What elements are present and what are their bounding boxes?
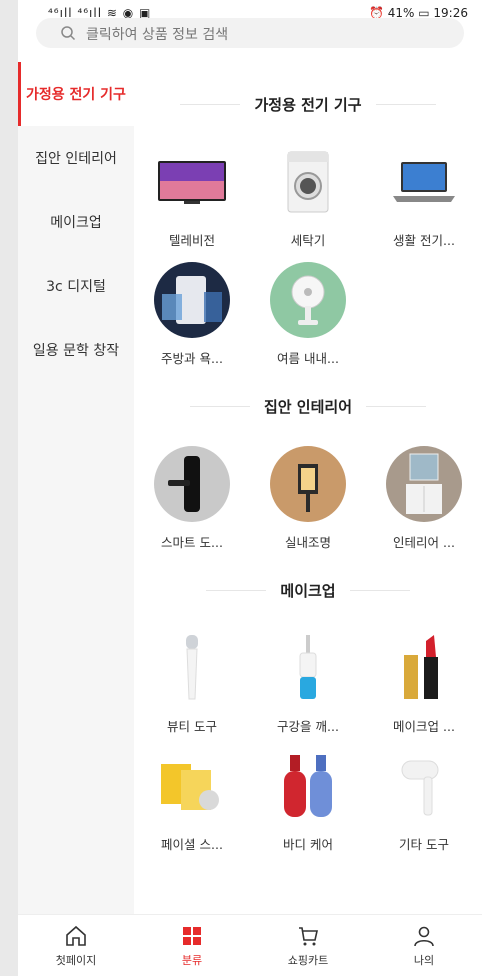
sidebar-item-label: 집안 인테리어 — [35, 151, 117, 167]
sidebar-item-digital[interactable]: 3c 디지털 — [18, 254, 134, 318]
category-tile-kitchen-bath[interactable]: 주방과 욕... — [134, 254, 250, 372]
smart-lock-icon — [154, 446, 230, 522]
tv-icon — [154, 144, 230, 220]
home-icon — [66, 925, 86, 946]
product-grid: 텔레비전 세탁기 생활 전기... 주방과 욕... 여름 내내... — [134, 136, 482, 372]
search-icon — [61, 26, 76, 41]
category-tile-facial-skincare[interactable]: 페이셜 스... — [134, 740, 250, 858]
search-placeholder: 클릭하여 상품 정보 검색 — [86, 27, 229, 43]
beauty-brush-icon — [154, 630, 230, 706]
category-tile-makeup[interactable]: 메이크업 ... — [366, 622, 482, 740]
tab-category[interactable]: 분류 — [134, 915, 250, 976]
search-bar[interactable]: 클릭하여 상품 정보 검색 — [36, 18, 464, 48]
category-tile-beauty-tools[interactable]: 뷰티 도구 — [134, 622, 250, 740]
sidebar-item-home-appliances[interactable]: 가정용 전기 기구 — [18, 62, 134, 126]
category-tile-washing-machine[interactable]: 세탁기 — [250, 136, 366, 254]
section-title-home-appliances: 가정용 전기 기구 — [134, 84, 482, 124]
category-tile-appliances[interactable]: 생활 전기... — [366, 136, 482, 254]
lipstick-icon — [386, 630, 462, 706]
bathroom-cabinet-icon — [386, 446, 462, 522]
category-sidebar: 가정용 전기 기구 집안 인테리어 메이크업 3c 디지털 일용 문학 창작 — [18, 62, 134, 914]
category-tile-body-care[interactable]: 바디 케어 — [250, 740, 366, 858]
fan-icon — [270, 262, 346, 338]
cart-icon — [299, 926, 318, 945]
hair-dryer-icon — [386, 748, 462, 824]
sidebar-item-label: 메이크업 — [50, 215, 102, 231]
sidebar-item-label: 가정용 전기 기구 — [26, 87, 126, 103]
laptop-icon — [386, 144, 462, 220]
category-tile-smart-lock[interactable]: 스마트 도... — [134, 438, 250, 556]
body-wash-icon — [270, 748, 346, 824]
category-tile-oral-care[interactable]: 구강을 깨... — [250, 622, 366, 740]
category-tile-tv[interactable]: 텔레비전 — [134, 136, 250, 254]
washing-machine-icon — [270, 144, 346, 220]
sidebar-item-makeup[interactable]: 메이크업 — [18, 190, 134, 254]
section-title-makeup: 메이크업 — [134, 570, 482, 610]
category-tile-interior-decor[interactable]: 인테리어 ... — [366, 438, 482, 556]
tab-cart[interactable]: 쇼핑카트 — [250, 915, 366, 976]
section-title-interior: 집안 인테리어 — [134, 386, 482, 426]
category-tile-lighting[interactable]: 실내조명 — [250, 438, 366, 556]
sidebar-item-label: 3c 디지털 — [46, 279, 106, 295]
category-grid-icon — [183, 926, 201, 945]
product-grid: 스마트 도... 실내조명 인테리어 ... — [134, 438, 482, 556]
phone-screen: ⁴⁶ıll ⁴⁶ıll ≋ ◉ ▣ ⏰ 41% ▭ 19:26 클릭하여 상품 … — [18, 0, 482, 976]
water-heater-icon — [154, 262, 230, 338]
bottom-tab-bar: 첫페이지 분류 쇼핑카트 나의 — [18, 914, 482, 976]
tab-me[interactable]: 나의 — [366, 915, 482, 976]
sidebar-item-label: 일용 문학 창작 — [32, 343, 120, 359]
category-tile-other-tools[interactable]: 기타 도구 — [366, 740, 482, 858]
lamp-icon — [270, 446, 346, 522]
sidebar-item-interior[interactable]: 집안 인테리어 — [18, 126, 134, 190]
tab-home[interactable]: 첫페이지 — [18, 915, 134, 976]
product-grid: 뷰티 도구 구강을 깨... 메이크업 ... 페이셜 스... 바디 케어 기… — [134, 622, 482, 858]
category-content: 가정용 전기 기구 텔레비전 세탁기 생활 전기... 주방과 욕... 여름 … — [134, 62, 482, 914]
water-flosser-icon — [270, 630, 346, 706]
user-icon — [414, 926, 434, 946]
facial-mask-icon — [154, 748, 230, 824]
category-tile-summer[interactable]: 여름 내내... — [250, 254, 366, 372]
sidebar-item-daily-goods[interactable]: 일용 문학 창작 — [18, 318, 134, 382]
